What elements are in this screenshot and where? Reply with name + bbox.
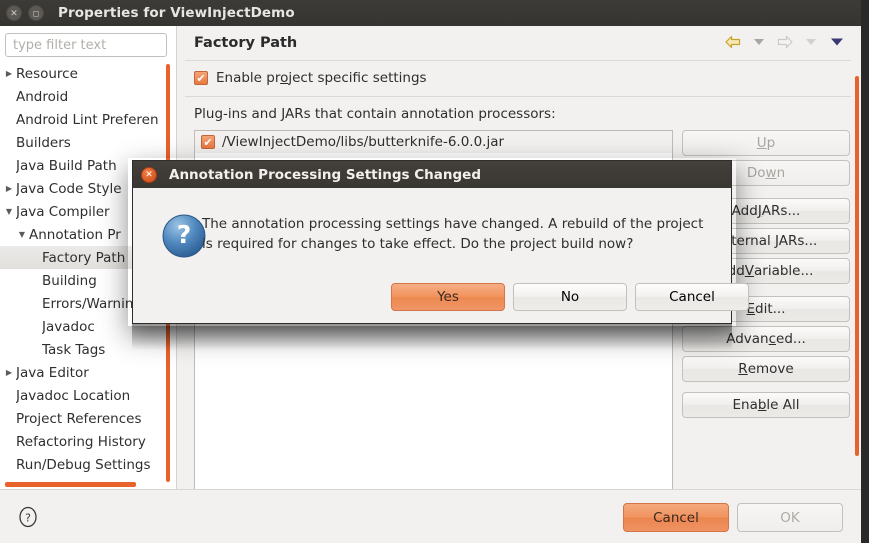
back-menu-chevron-down-icon[interactable] bbox=[747, 30, 771, 54]
sidebar-item-label: Android Lint Preferen bbox=[16, 111, 159, 128]
jar-enabled-checkbox[interactable]: ✔ bbox=[201, 135, 215, 149]
svg-text:?: ? bbox=[177, 220, 192, 249]
sidebar-item-android-lint-preferen[interactable]: Android Lint Preferen bbox=[0, 108, 176, 131]
sidebar-item-label: Refactoring History bbox=[16, 433, 146, 450]
window-titlebar: ✕ ◻ Properties for ViewInjectDemo bbox=[0, 0, 869, 26]
chevron-right-icon[interactable]: ▶ bbox=[2, 69, 16, 78]
page-menu-chevron-down-icon[interactable] bbox=[825, 30, 849, 54]
page-vertical-scrollbar[interactable] bbox=[855, 76, 859, 456]
sidebar-item-label: Task Tags bbox=[42, 341, 106, 358]
sidebar-item-task-tags[interactable]: Task Tags bbox=[0, 338, 176, 361]
properties-dialog-window: ✕ ◻ Properties for ViewInjectDemo type f… bbox=[0, 0, 869, 543]
list-item[interactable]: ✔ /ViewInjectDemo/libs/butterknife-6.0.0… bbox=[195, 131, 672, 153]
sidebar-item-label: Project References bbox=[16, 410, 142, 427]
remove-button[interactable]: Remove bbox=[682, 356, 850, 382]
sidebar-item-builders[interactable]: Builders bbox=[0, 131, 176, 154]
enable-project-settings-checkbox[interactable]: ✔ bbox=[194, 71, 208, 85]
window-title: Properties for ViewInjectDemo bbox=[58, 5, 295, 21]
close-icon[interactable]: ✕ bbox=[6, 5, 22, 21]
sidebar-item-label: Javadoc Location bbox=[16, 387, 131, 404]
up-button[interactable]: Up bbox=[682, 130, 850, 156]
cancel-button[interactable]: Cancel bbox=[623, 503, 729, 532]
dialog-footer: ? Cancel OK bbox=[0, 490, 861, 543]
sidebar-item-java-editor[interactable]: ▶ Java Editor bbox=[0, 361, 176, 384]
enable-project-settings-row[interactable]: ✔ Enable project specific settings bbox=[194, 70, 427, 86]
sidebar-item-label: Run/Debug Settings bbox=[16, 456, 151, 473]
forward-menu-chevron-down-icon bbox=[799, 30, 823, 54]
jar-path-label: /ViewInjectDemo/libs/butterknife-6.0.0.j… bbox=[222, 134, 505, 150]
dialog-body: ? The annotation processing settings hav… bbox=[133, 188, 749, 324]
sidebar-item-run-debug-settings[interactable]: Run/Debug Settings bbox=[0, 453, 176, 476]
maximize-icon[interactable]: ◻ bbox=[28, 5, 44, 21]
sidebar-item-label: Java Compiler bbox=[16, 203, 110, 220]
sidebar-item-resource[interactable]: ▶ Resource bbox=[0, 62, 176, 85]
chevron-down-icon[interactable]: ▼ bbox=[15, 230, 29, 239]
enable-project-settings-label: Enable project specific settings bbox=[216, 70, 427, 86]
sidebar-item-label: Annotation Pr bbox=[29, 226, 121, 243]
sidebar-item-label: Factory Path bbox=[42, 249, 126, 266]
enable-divider bbox=[185, 96, 851, 97]
footer-buttons: Cancel OK bbox=[623, 503, 843, 532]
navigation-icons bbox=[721, 30, 849, 54]
search-input[interactable] bbox=[6, 37, 187, 53]
page-title: Factory Path bbox=[194, 35, 298, 51]
close-icon[interactable]: ✕ bbox=[141, 166, 157, 183]
dialog-title: Annotation Processing Settings Changed bbox=[169, 166, 481, 183]
chevron-right-icon[interactable]: ▶ bbox=[2, 368, 16, 377]
help-icon[interactable]: ? bbox=[17, 506, 39, 532]
forward-arrow-icon bbox=[773, 30, 797, 54]
filter-container bbox=[5, 33, 202, 57]
annotation-processing-dialog: ✕ Annotation Processing Settings Changed… bbox=[132, 160, 749, 324]
ok-button[interactable]: OK bbox=[737, 503, 843, 532]
sidebar-item-label: Building bbox=[42, 272, 97, 289]
filter-box[interactable] bbox=[5, 33, 202, 57]
chevron-right-icon[interactable]: ▶ bbox=[2, 184, 16, 193]
back-arrow-icon[interactable] bbox=[721, 30, 745, 54]
sidebar-item-label: Android bbox=[16, 88, 69, 105]
svg-text:?: ? bbox=[25, 512, 31, 525]
plugins-label: Plug-ins and JARs that contain annotatio… bbox=[194, 106, 556, 122]
window-right-edge bbox=[861, 0, 869, 543]
sidebar-item-label: Java Build Path bbox=[16, 157, 117, 174]
sidebar-item-refactoring-history[interactable]: Refactoring History bbox=[0, 430, 176, 453]
sidebar-item-project-references[interactable]: Project References bbox=[0, 407, 176, 430]
dialog-titlebar: ✕ Annotation Processing Settings Changed bbox=[133, 161, 731, 188]
enable-all-button[interactable]: Ena b le All bbox=[682, 392, 850, 418]
header-divider bbox=[185, 60, 851, 61]
page-header: Factory Path bbox=[177, 26, 859, 60]
sidebar-item-label: Resource bbox=[16, 65, 78, 82]
sidebar-item-label: Builders bbox=[16, 134, 71, 151]
advanced-button[interactable]: Advan c ed... bbox=[682, 326, 850, 352]
sidebar-item-android[interactable]: Android bbox=[0, 85, 176, 108]
sidebar-item-label: Errors/Warnin bbox=[42, 295, 134, 312]
sidebar-item-javadoc-location[interactable]: Javadoc Location bbox=[0, 384, 176, 407]
dialog-buttons: Yes No Cancel bbox=[391, 283, 749, 311]
dialog-message: The annotation processing settings have … bbox=[202, 216, 704, 252]
sidebar-horizontal-scrollbar[interactable] bbox=[5, 482, 136, 487]
sidebar-item-label: Javadoc bbox=[42, 318, 95, 335]
question-icon: ? bbox=[161, 213, 207, 263]
sidebar-item-label: Java Editor bbox=[16, 364, 89, 381]
chevron-down-icon[interactable]: ▼ bbox=[2, 207, 16, 216]
no-button[interactable]: No bbox=[513, 283, 627, 311]
sidebar-item-label: Java Code Style bbox=[16, 180, 122, 197]
dialog-cancel-button[interactable]: Cancel bbox=[635, 283, 749, 311]
yes-button[interactable]: Yes bbox=[391, 283, 505, 311]
